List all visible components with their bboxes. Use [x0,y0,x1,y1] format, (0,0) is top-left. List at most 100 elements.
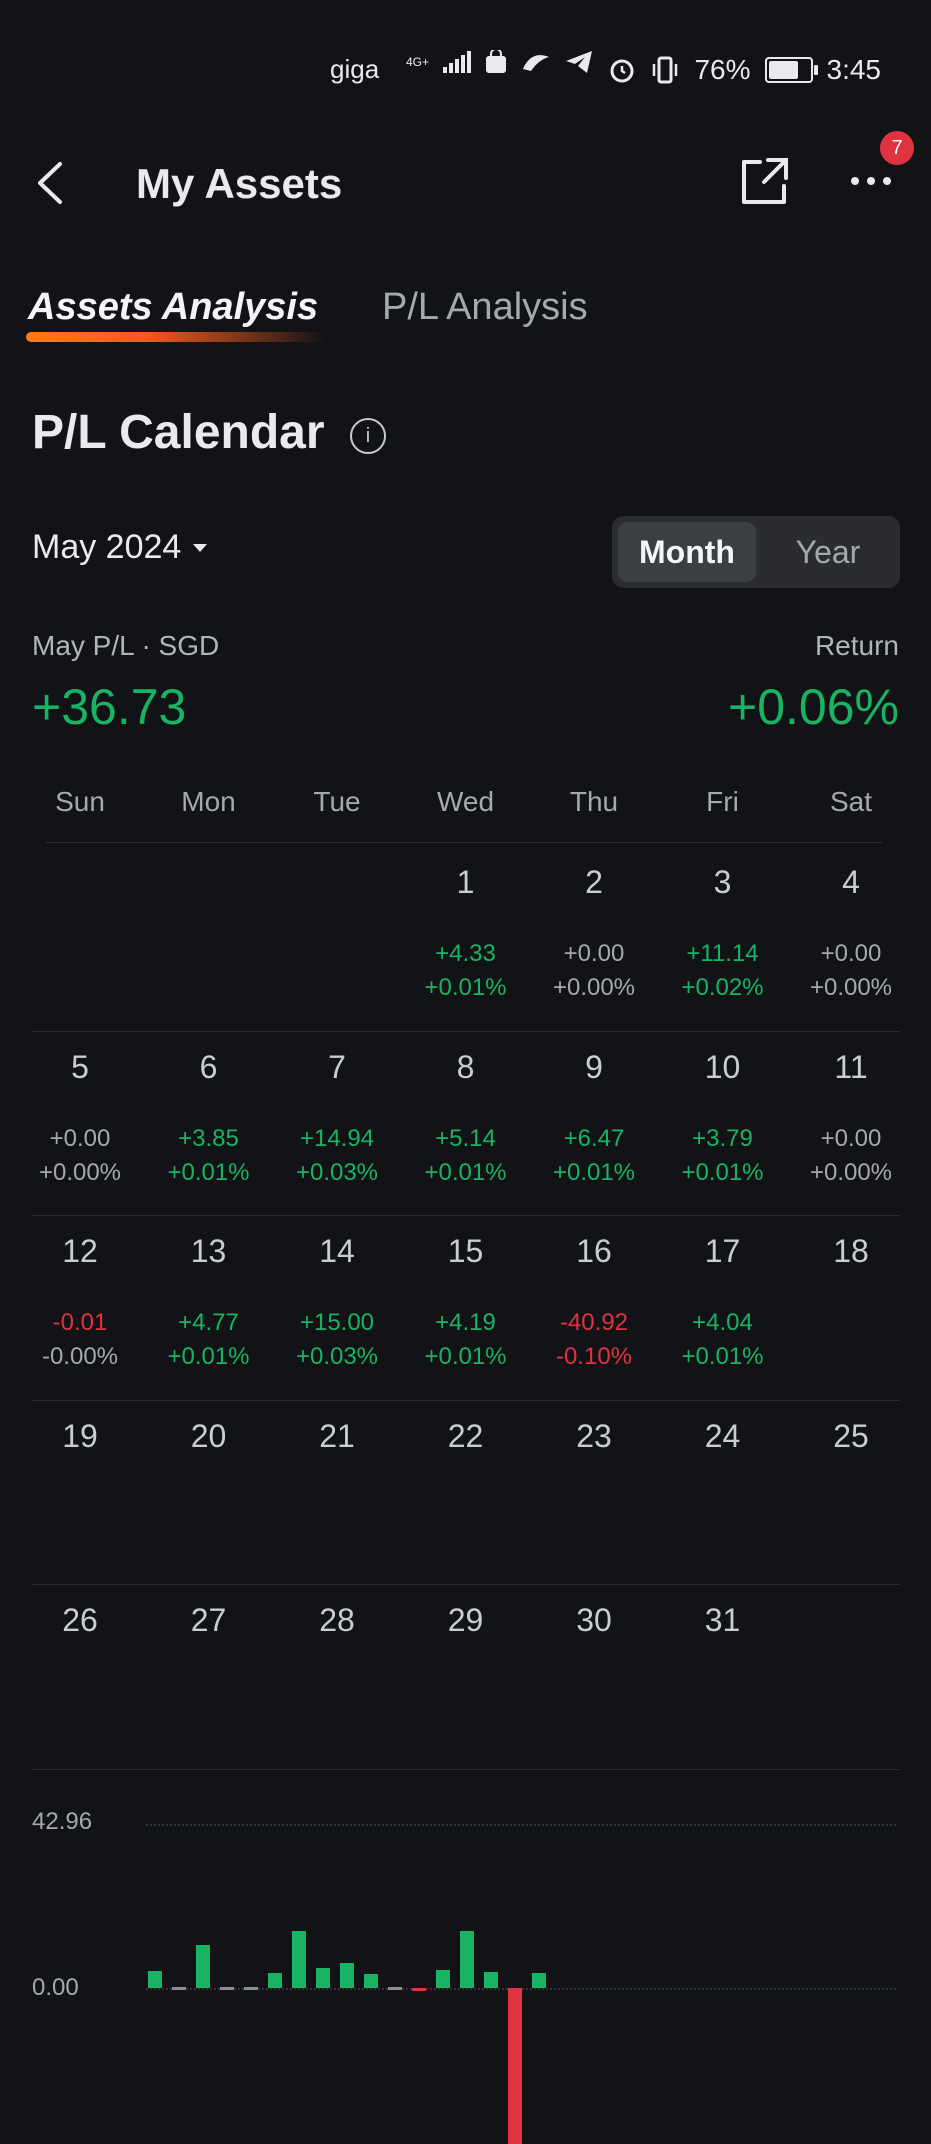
calendar-day-cell[interactable]: 15 +4.19 +0.01% [402,1215,530,1399]
calendar-day-number: 6 [199,1048,218,1085]
calendar-day-number: 16 [576,1233,612,1269]
calendar-day-cell[interactable]: 25 [787,1400,915,1584]
calendar-day-cell[interactable]: 26 [16,1584,144,1768]
calendar-day-pl: +4.04 [692,1309,753,1336]
calendar-day-cell[interactable]: 20 [145,1400,273,1584]
calendar-day-cell[interactable]: 24 [659,1400,787,1584]
weekday-label: Wed [436,786,495,817]
calendar-day-number: 18 [833,1233,869,1269]
calendar-day-number: 29 [447,1602,484,1638]
calendar-row-divider [32,1768,900,1770]
calendar-day-cell[interactable]: 6 +3.85 +0.01% [145,1031,273,1215]
pl-bar[interactable] [196,1945,210,1988]
calendar-day-number: 13 [190,1233,227,1269]
info-icon[interactable]: i [350,418,386,454]
calendar-day-return: -0.00% [41,1343,119,1370]
calendar-day-cell[interactable]: 27 [145,1584,273,1768]
calendar-day-cell[interactable]: 28 [273,1584,401,1768]
calendar-day-number: 9 [585,1048,603,1085]
pl-bar[interactable] [148,1971,162,1988]
grid-line-max [146,1824,896,1826]
calendar-day-return: +0.01% [167,1158,250,1186]
calendar-day-number: 23 [576,1417,612,1454]
calendar-day-number: 2 [585,864,603,900]
calendar-day-cell[interactable]: 12 -0.01 -0.00% [16,1215,144,1399]
calendar-day-cell[interactable]: 5 +0.00 +0.00% [16,1031,144,1215]
calendar-day-cell[interactable]: 14 +15.00 +0.03% [273,1215,401,1399]
tab-assets-analysis[interactable]: Assets Analysis [28,286,318,329]
calendar-day-cell[interactable]: 18 [787,1215,915,1399]
analysis-tabs: Assets Analysis P/L Analysis [0,280,931,350]
chevron-left-icon[interactable] [28,158,78,208]
pl-bar[interactable] [244,1987,258,1990]
calendar-day-number: 17 [704,1233,741,1269]
calendar-day-cell[interactable]: 23 [530,1400,658,1584]
pl-bar[interactable] [292,1930,306,1988]
calendar-day-pl: -0.01 [52,1309,108,1336]
calendar-day-cell[interactable]: 3 +11.14 +0.02% [659,846,787,1030]
pl-bar[interactable] [508,1988,522,2144]
calendar-day-cell[interactable]: 19 [16,1400,144,1584]
calendar-day-pl: +14.94 [299,1124,375,1152]
calendar-day-pl: +4.33 [435,940,496,967]
calendar-day-cell[interactable]: 29 [402,1584,530,1768]
pl-bar[interactable] [316,1968,330,1988]
pl-bar[interactable] [460,1930,474,1988]
toggle-month[interactable]: Month [618,522,756,582]
calendar-day-return: +0.00% [809,974,893,1001]
calendar-day-pl: -40.92 [559,1309,629,1336]
pl-bar[interactable] [388,1987,402,1990]
calendar-day-cell[interactable]: 22 [402,1400,530,1584]
pl-bar[interactable] [412,1988,426,1991]
calendar-day-cell[interactable]: 2 +0.00 +0.00% [530,846,658,1030]
network-label: 4G+ [406,55,430,69]
calendar-day-cell[interactable]: 4 +0.00 +0.00% [787,846,915,1030]
calendar-day-number: 11 [834,1048,868,1085]
calendar-day-cell[interactable]: 1 +4.33 +0.01% [402,846,530,1030]
calendar-day-pl: +0.00 [563,940,625,967]
pl-bar[interactable] [268,1973,282,1988]
calendar-day-cell[interactable]: 9 +6.47 +0.01% [530,1031,658,1215]
calendar-day-cell[interactable]: 7 +14.94 +0.03% [273,1031,401,1215]
y-tick-zero: 0.00 [32,1974,79,2001]
signal-icon [443,51,472,73]
pl-bar[interactable] [340,1963,354,1988]
pl-bar[interactable] [220,1987,234,1990]
calendar-day-cell[interactable]: 21 [273,1400,401,1584]
weekday-label: Thu [569,786,619,817]
share-external-icon[interactable] [738,154,792,208]
calendar-day-return: +0.01% [424,1158,507,1186]
calendar-day-number: 7 [328,1048,346,1085]
calendar-day-cell[interactable]: 30 [530,1584,658,1768]
calendar-day-cell[interactable]: 11 +0.00 +0.00% [787,1031,915,1215]
calendar-day-cell[interactable]: 16 -40.92 -0.10% [530,1215,658,1399]
alarm-icon [610,59,634,83]
pl-bar[interactable] [532,1972,546,1988]
calendar-day-number: 4 [842,864,860,900]
calendar-day-number: 19 [62,1417,98,1454]
calendar-day-pl: +3.79 [692,1124,753,1152]
weekday-label: Sun [55,786,105,817]
pl-bar[interactable] [172,1987,186,1990]
return-value: +0.06% [728,679,899,735]
app-header: My Assets [0,140,931,230]
calendar-day-cell[interactable]: 13 +4.77 +0.01% [145,1215,273,1399]
pl-bar[interactable] [436,1969,450,1988]
calendar-day-cell[interactable]: 17 +4.04 +0.01% [659,1215,787,1399]
calendar-day-return: +0.02% [681,974,764,1001]
bird-icon [523,55,550,71]
more-dot [851,177,859,185]
toggle-year[interactable]: Year [762,522,894,582]
status-left-icons: 4G+ [400,50,593,74]
pl-bar[interactable] [484,1972,498,1988]
tab-pl-analysis[interactable]: P/L Analysis [382,286,588,329]
calendar-day-cell[interactable]: 8 +5.14 +0.01% [402,1031,530,1215]
calendar-day-return: +0.01% [424,974,507,1001]
pl-bar[interactable] [364,1973,378,1988]
month-selector[interactable]: May 2024 [32,528,209,567]
page-title: My Assets [136,160,343,207]
calendar-day-cell[interactable]: 10 +3.79 +0.01% [659,1031,787,1215]
shop-icon [486,50,507,73]
calendar-day-cell[interactable]: 31 [659,1584,787,1768]
pl-bar-chart: 42.96 0.00 [0,1790,931,2144]
